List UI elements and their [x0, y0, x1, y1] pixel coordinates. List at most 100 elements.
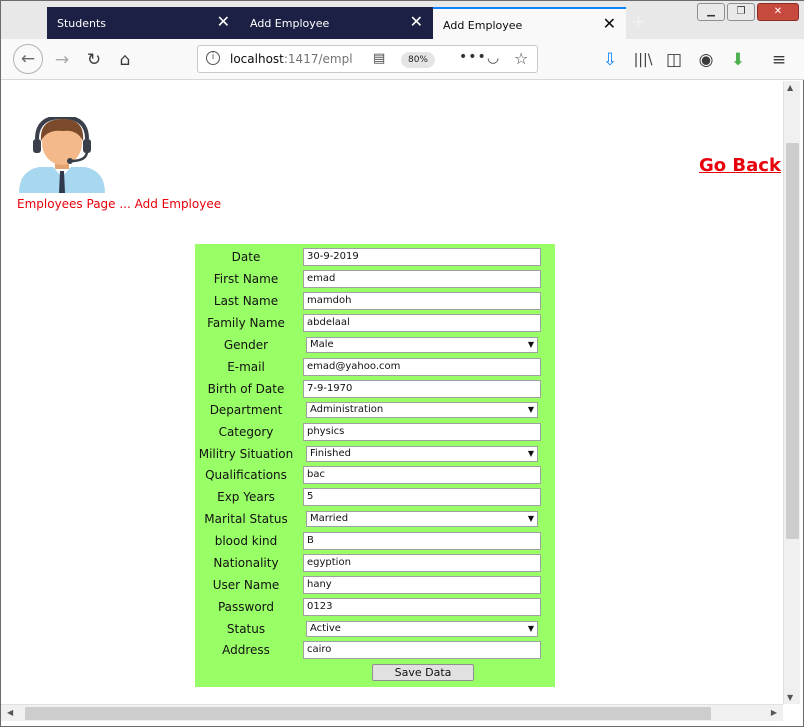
reload-icon[interactable]: ↻: [81, 47, 107, 73]
form-row: Address cairo: [195, 640, 555, 660]
scroll-right-icon[interactable]: ▶: [771, 708, 777, 717]
tab-label: Add Employee: [250, 17, 330, 30]
account-icon[interactable]: ◉: [693, 47, 719, 73]
field-input[interactable]: mamdoh: [303, 292, 541, 310]
employee-form: Date 30-9-2019 First Name emad Last Name mamd…: [195, 244, 555, 687]
chevron-down-icon[interactable]: ▼: [528, 338, 534, 352]
field-label: Exp Years: [217, 490, 275, 504]
tab-add-employee[interactable]: Add Employee ✕: [240, 7, 433, 39]
page-actions-icon[interactable]: •••: [459, 49, 487, 65]
menu-icon[interactable]: ≡: [766, 47, 792, 73]
info-icon[interactable]: i: [206, 51, 220, 65]
field-input[interactable]: emad@yahoo.com: [303, 358, 541, 376]
form-row: E-mail emad@yahoo.com: [195, 357, 555, 377]
tab-add-employee-active[interactable]: Add Employee ✕: [433, 7, 626, 39]
field-input[interactable]: emad: [303, 270, 541, 288]
back-arrow-icon[interactable]: ←: [13, 44, 43, 74]
form-row: Last Name mamdoh: [195, 291, 555, 311]
field-label: Militry Situation: [198, 447, 294, 461]
field-input[interactable]: cairo: [303, 641, 541, 659]
form-row: Birth of Date 7-9-1970: [195, 379, 555, 399]
bookmark-star-icon[interactable]: ☆: [514, 49, 528, 68]
vertical-scrollbar[interactable]: ▲ ▼: [783, 81, 800, 704]
close-tab-icon[interactable]: ✕: [410, 13, 423, 31]
download-icon[interactable]: ⇩: [597, 47, 623, 73]
form-row: Exp Years 5: [195, 487, 555, 507]
form-row: User Name hany: [195, 575, 555, 595]
save-data-button[interactable]: Save Data: [372, 664, 474, 681]
field-input[interactable]: 7-9-1970: [303, 380, 541, 398]
field-input[interactable]: hany: [303, 576, 541, 594]
field-label: Address: [222, 643, 270, 657]
scroll-up-icon[interactable]: ▲: [787, 83, 793, 92]
field-label: Nationality: [213, 556, 279, 570]
scroll-left-icon[interactable]: ◀: [7, 708, 13, 717]
form-row: Marital Status Married ▼: [195, 509, 555, 529]
scroll-thumb[interactable]: [786, 143, 799, 539]
field-value: emad@yahoo.com: [307, 361, 401, 372]
close-window-icon[interactable]: ✕: [757, 3, 799, 21]
field-label: Category: [218, 425, 274, 439]
field-select[interactable]: Finished ▼: [306, 446, 538, 462]
extension-icon[interactable]: ⬇: [725, 47, 751, 73]
field-value: 7-9-1970: [307, 383, 353, 394]
reader-view-icon[interactable]: ▤: [373, 51, 385, 66]
field-value: 0123: [307, 601, 333, 612]
field-input[interactable]: 0123: [303, 598, 541, 616]
field-input[interactable]: abdelaal: [303, 314, 541, 332]
field-input[interactable]: 5: [303, 488, 541, 506]
field-label: Department: [209, 403, 283, 417]
field-value: Active: [310, 623, 341, 634]
maximize-icon[interactable]: ❐: [727, 3, 755, 21]
url-text[interactable]: localhost:1417/empl: [230, 52, 353, 66]
chevron-down-icon[interactable]: ▼: [528, 403, 534, 417]
url-host: localhost: [230, 52, 284, 66]
chevron-down-icon[interactable]: ▼: [528, 447, 534, 461]
chevron-down-icon[interactable]: ▼: [528, 622, 534, 636]
url-path: :1417/empl: [283, 52, 353, 66]
field-value: cairo: [307, 644, 332, 655]
zoom-badge[interactable]: 80%: [401, 52, 435, 68]
home-icon[interactable]: ⌂: [112, 47, 138, 73]
library-icon[interactable]: |||\: [630, 47, 656, 73]
field-input[interactable]: bac: [303, 466, 541, 484]
field-select[interactable]: Active ▼: [306, 621, 538, 637]
field-label: Family Name: [207, 316, 285, 330]
field-value: B: [307, 535, 314, 546]
tab-students[interactable]: Students ✕: [47, 7, 240, 39]
new-tab-icon[interactable]: +: [630, 10, 647, 32]
field-value: Male: [310, 339, 334, 350]
scroll-thumb[interactable]: [25, 707, 711, 720]
form-row: Password 0123: [195, 597, 555, 617]
chevron-down-icon[interactable]: ▼: [528, 512, 534, 526]
field-select[interactable]: Male ▼: [306, 337, 538, 353]
scroll-down-icon[interactable]: ▼: [787, 693, 793, 702]
pocket-icon[interactable]: ◡: [487, 50, 499, 66]
field-input[interactable]: egyption: [303, 554, 541, 572]
field-label: Marital Status: [204, 512, 288, 526]
form-row: Nationality egyption: [195, 553, 555, 573]
field-input[interactable]: physics: [303, 423, 541, 441]
field-value: hany: [307, 579, 332, 590]
field-select[interactable]: Administration ▼: [306, 402, 538, 418]
form-row: Militry Situation Finished ▼: [195, 444, 555, 464]
field-select[interactable]: Married ▼: [306, 511, 538, 527]
field-input[interactable]: B: [303, 532, 541, 550]
tab-label: Students: [57, 17, 107, 30]
forward-arrow-icon[interactable]: →: [49, 47, 75, 73]
field-label: Date: [231, 250, 261, 264]
close-tab-icon[interactable]: ✕: [217, 13, 230, 31]
form-row: Status Active ▼: [195, 619, 555, 639]
minimize-icon[interactable]: ▁: [697, 3, 725, 21]
sidebar-icon[interactable]: ◫: [661, 47, 687, 73]
browser-window: Students ✕ Add Employee ✕ Add Employee ✕…: [0, 0, 804, 727]
url-bar[interactable]: i localhost:1417/empl ▤ 80% ••• ◡ ☆: [197, 45, 538, 73]
field-value: bac: [307, 469, 325, 480]
field-input[interactable]: 30-9-2019: [303, 248, 541, 266]
form-row: First Name emad: [195, 269, 555, 289]
go-back-link[interactable]: Go Back: [699, 155, 781, 176]
field-label: Birth of Date: [207, 382, 285, 396]
horizontal-scrollbar[interactable]: ◀ ▶: [1, 704, 783, 721]
field-label: First Name: [213, 272, 279, 286]
close-tab-icon[interactable]: ✕: [603, 15, 616, 33]
